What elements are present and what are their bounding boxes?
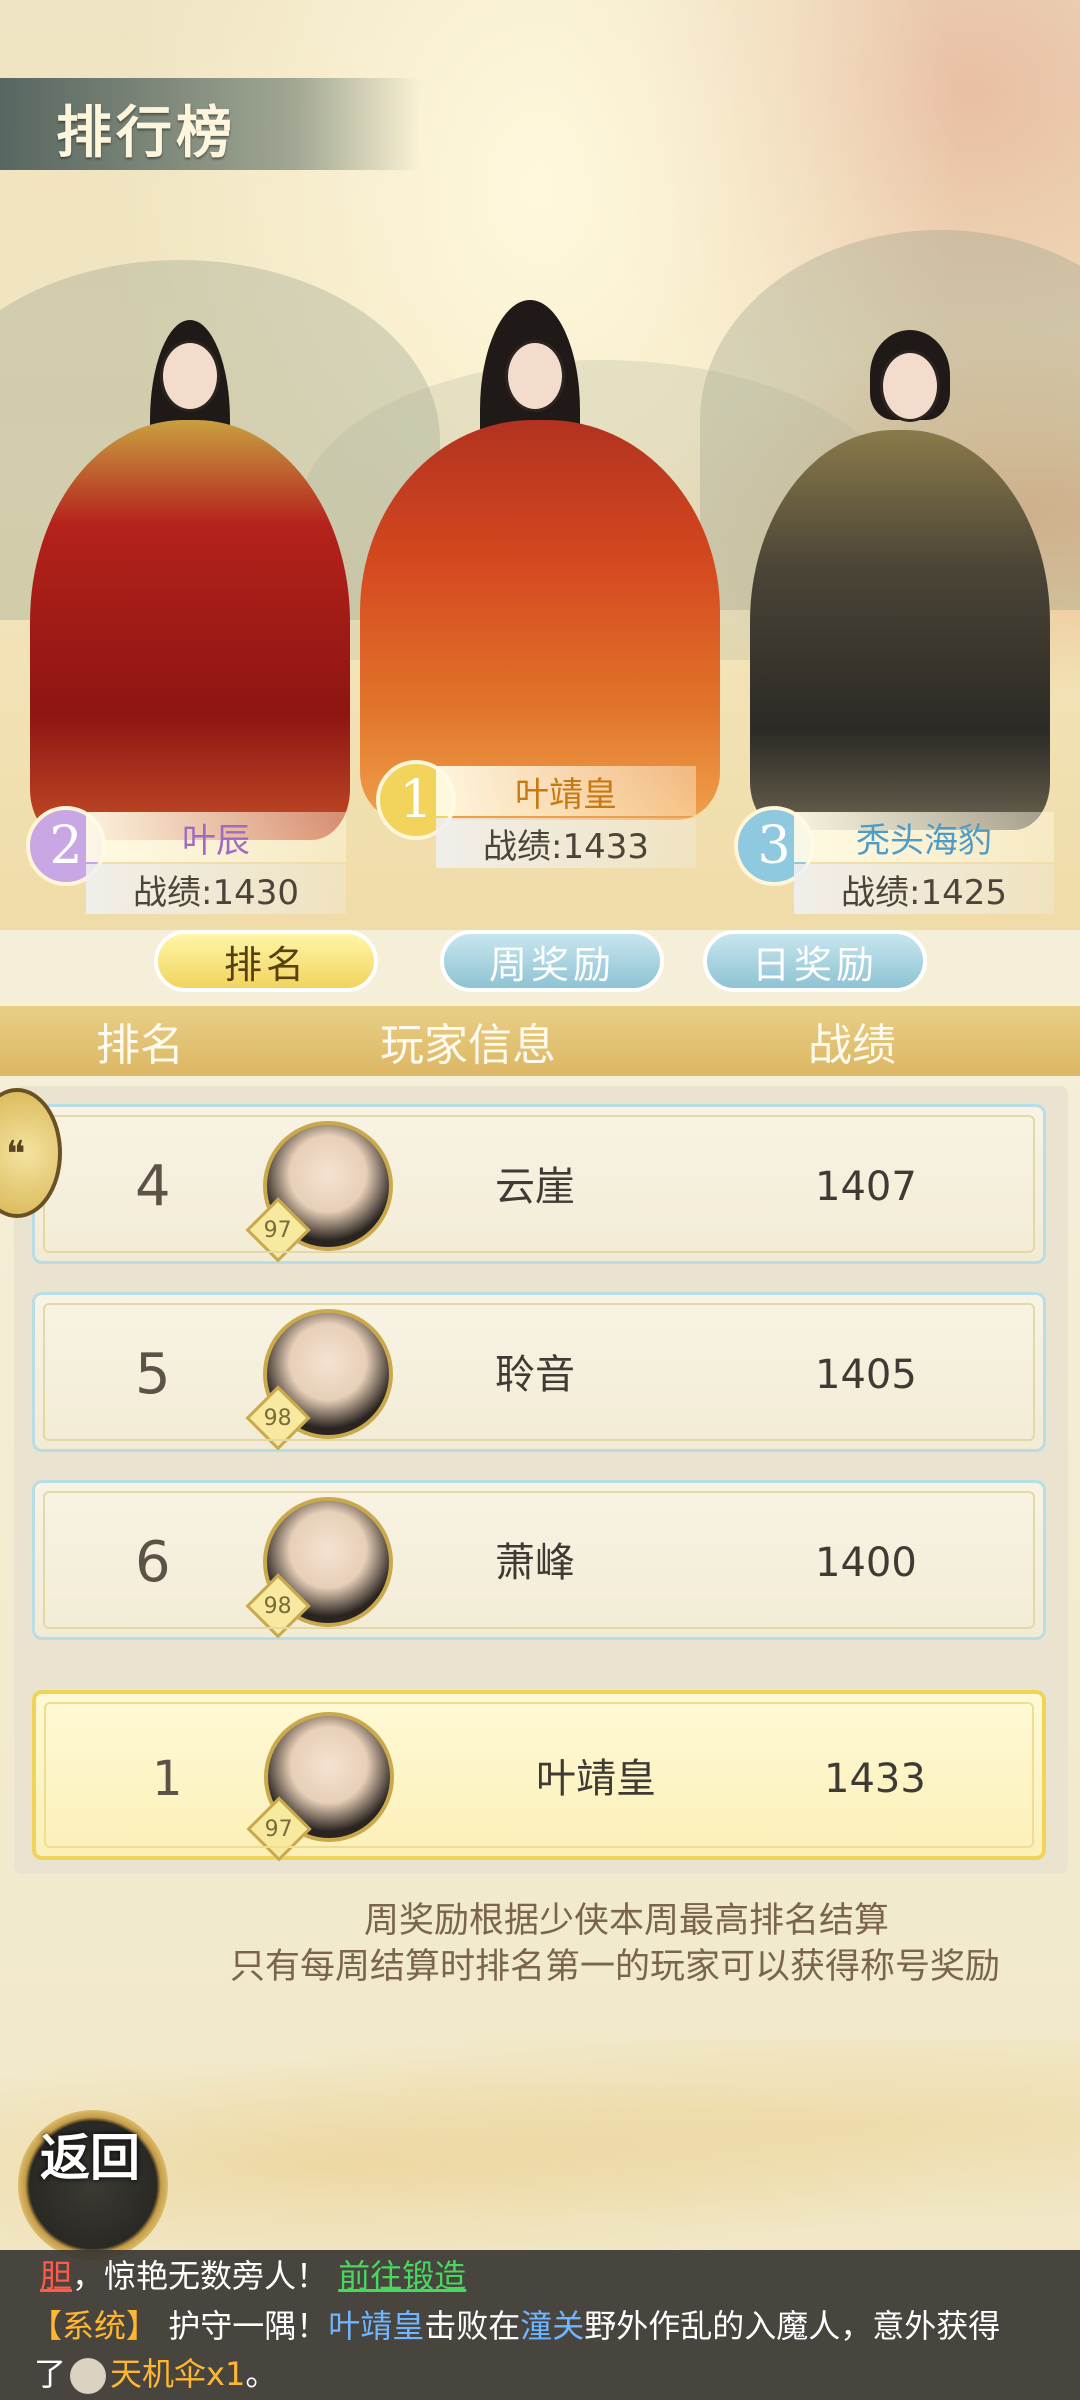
ticker-text: 。 [245, 2355, 278, 2393]
page-title: 排行榜 [56, 100, 236, 166]
player-score: 1433 [824, 1756, 926, 1802]
table-row[interactable]: 6 98 萧峰 1400 [32, 1480, 1046, 1640]
podium-name-3: 秃头海豹 [794, 812, 1054, 862]
level-badge: 98 [245, 1385, 311, 1451]
header-score: 战绩 [808, 1020, 896, 1071]
ticker-text: 野外作乱的入魔人，意外获得 [584, 2307, 1001, 2345]
podium-score-3: 战绩:1425 [794, 864, 1054, 914]
chat-ticker[interactable]: 胆，惊艳无数旁人！ 前往锻造 【系统】 护守一隅！叶靖皇击败在潼关野外作乱的入魔… [0, 2250, 1080, 2400]
tab-daily-reward[interactable]: 日奖励 [703, 930, 927, 992]
player-score: 1405 [815, 1352, 917, 1398]
avatar[interactable] [263, 1497, 393, 1627]
podium-name-2: 叶辰 [86, 812, 346, 862]
header-player-info: 玩家信息 [380, 1020, 556, 1071]
ticker-location-link[interactable]: 潼关 [520, 2307, 584, 2345]
tab-weekly-reward[interactable]: 周奖励 [440, 930, 664, 992]
ranking-list[interactable]: 4 97 云崖 1407 5 98 聆音 1405 6 98 萧峰 1400 1… [14, 1086, 1068, 1874]
ticker-text: 了 [34, 2355, 67, 2393]
header-rank: 排名 [96, 1020, 184, 1071]
back-button-label: 返回 [40, 2128, 140, 2187]
row-rank: 6 [135, 1530, 171, 1595]
player-name: 云崖 [495, 1164, 575, 1210]
hero-artwork: 排行榜 2 叶辰 战绩:1430 1 叶靖皇 战绩:1433 3 秃头海豹 战绩… [0, 0, 1080, 930]
player-name: 萧峰 [495, 1540, 575, 1586]
ticker-player-link[interactable]: 叶靖皇 [328, 2307, 424, 2345]
system-tag: 【系统】 [30, 2307, 159, 2345]
row-rank: 5 [135, 1342, 171, 1407]
podium-name-1: 叶靖皇 [436, 766, 696, 816]
row-rank: 4 [135, 1154, 171, 1219]
podium-score-1: 战绩:1433 [436, 818, 696, 868]
ticker-line: 胆，惊艳无数旁人！ 前往锻造 [40, 2252, 466, 2300]
go-forge-link[interactable]: 前往锻造 [338, 2257, 466, 2295]
ticker-item-link[interactable]: 天机伞x1 [110, 2355, 245, 2393]
avatar[interactable] [264, 1712, 394, 1842]
weekly-settlement-note: 周奖励根据少侠本周最高排名结算 [364, 1901, 890, 1941]
player-score: 1407 [815, 1164, 917, 1210]
ticker-line: 了 天机伞x1。 [34, 2350, 277, 2398]
ticker-text: ，惊艳无数旁人！ [72, 2257, 329, 2295]
player-name: 叶靖皇 [536, 1756, 656, 1802]
row-rank: 1 [152, 1751, 183, 1807]
level-badge: 97 [246, 1796, 312, 1862]
player-score: 1400 [815, 1540, 917, 1586]
character-rank-3[interactable] [730, 330, 1070, 830]
level-badge: 98 [245, 1573, 311, 1639]
avatar[interactable] [263, 1309, 393, 1439]
table-row[interactable]: 5 98 聆音 1405 [32, 1292, 1046, 1452]
character-rank-1[interactable] [330, 290, 750, 820]
podium-score-2: 战绩:1430 [86, 864, 346, 914]
podium-plate-2[interactable]: 2 叶辰 战绩:1430 [26, 806, 366, 926]
character-rank-2[interactable] [10, 320, 370, 840]
level-badge: 97 [245, 1197, 311, 1263]
ticker-player-link[interactable]: 胆 [40, 2257, 72, 2295]
ticker-line: 【系统】 护守一隅！叶靖皇击败在潼关野外作乱的入魔人，意外获得 [30, 2302, 1000, 2350]
ticker-text: 护守一隅！ [168, 2307, 329, 2345]
table-header: 排名 玩家信息 战绩 [0, 1006, 1080, 1076]
table-row[interactable]: 4 97 云崖 1407 [32, 1104, 1046, 1264]
self-rank-row[interactable]: 1 97 叶靖皇 1433 [32, 1690, 1046, 1862]
bottom-decoration [0, 2040, 1080, 2250]
chat-bubble-icon: ❝ [6, 1134, 26, 1175]
umbrella-icon [70, 2358, 107, 2394]
title-reward-note: 只有每周结算时排名第一的玩家可以获得称号奖励 [230, 1947, 1001, 1987]
podium-plate-3[interactable]: 3 秃头海豹 战绩:1425 [734, 806, 1074, 926]
tab-rank[interactable]: 排名 [154, 930, 378, 992]
player-name: 聆音 [495, 1352, 575, 1398]
podium-plate-1[interactable]: 1 叶靖皇 战绩:1433 [376, 760, 716, 880]
ticker-text: 击败在 [424, 2307, 521, 2345]
avatar[interactable] [263, 1121, 393, 1251]
